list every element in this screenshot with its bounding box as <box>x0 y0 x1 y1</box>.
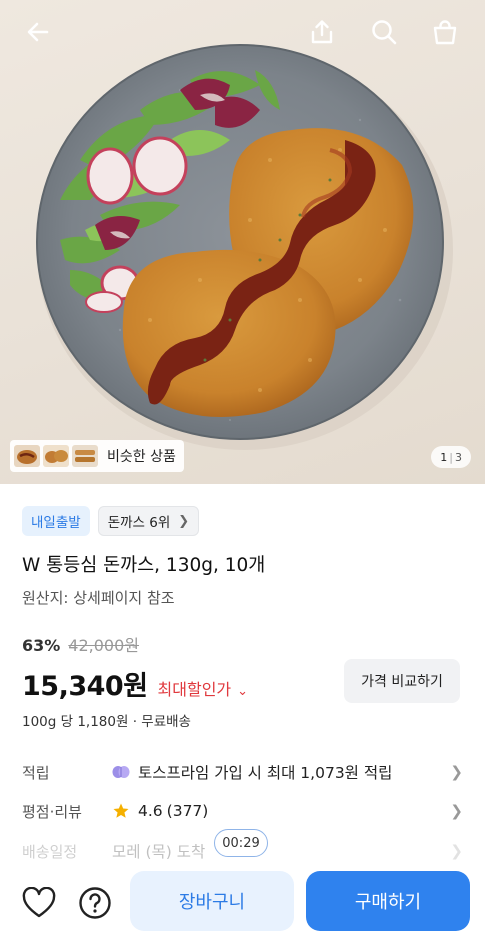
review-label: 평점·리뷰 <box>22 802 82 821</box>
back-arrow-icon[interactable] <box>20 14 56 50</box>
bottom-action-bar: 장바구니 구매하기 <box>0 860 485 952</box>
product-origin: 원산지: 상세페이지 참조 <box>22 589 175 607</box>
price-row: 15,340원 최대할인가 ⌄ <box>22 664 248 703</box>
review-value-wrap: 4.6 (377) <box>112 802 449 820</box>
product-badges: 내일출발 돈까스 6위 ❯ <box>22 506 200 536</box>
points-value: 토스프라임 가입 시 최대 1,073원 적립 <box>138 764 393 782</box>
product-photo <box>36 44 453 450</box>
brain-icon <box>112 766 130 778</box>
unit-price-shipping: 100g 당 1,180원 · 무료배송 <box>22 714 191 730</box>
similar-thumbnail <box>72 445 98 467</box>
chevron-right-icon: ❯ <box>178 513 190 529</box>
chevron-right-icon: ❯ <box>450 842 463 860</box>
add-to-cart-button[interactable]: 장바구니 <box>130 871 294 931</box>
points-row[interactable]: 적립 토스프라임 가입 시 최대 1,073원 적립 ❯ <box>22 759 463 785</box>
top-navigation-bar <box>0 0 485 64</box>
rating-value: 4.6 <box>138 802 163 820</box>
original-price: 42,000원 <box>68 636 140 655</box>
question-icon[interactable] <box>76 884 114 922</box>
review-count: (377) <box>166 802 209 820</box>
similar-thumbnail <box>43 445 69 467</box>
chevron-down-icon[interactable]: ⌄ <box>237 684 248 699</box>
similar-products-label: 비슷한 상품 <box>107 449 176 465</box>
total-pages: 3 <box>455 450 462 464</box>
discount-row: 63% 42,000원 <box>22 632 139 656</box>
shipping-label: 배송일정 <box>22 842 78 861</box>
similar-thumbnail <box>14 445 40 467</box>
product-title: W 통등심 돈까스, 130g, 10개 <box>22 555 266 576</box>
max-discount-link[interactable]: 최대할인가 <box>158 676 232 700</box>
chevron-right-icon: ❯ <box>450 763 463 781</box>
discount-rate: 63% <box>22 636 61 655</box>
similar-products-button[interactable]: 비슷한 상품 <box>10 440 184 472</box>
points-label: 적립 <box>22 763 50 782</box>
category-rank-badge[interactable]: 돈까스 6위 ❯ <box>97 506 200 536</box>
image-page-indicator: 1 | 3 <box>431 446 471 468</box>
chevron-right-icon: ❯ <box>450 802 463 820</box>
search-icon[interactable] <box>366 14 402 50</box>
share-icon[interactable] <box>304 14 340 50</box>
buy-now-button[interactable]: 구매하기 <box>306 871 470 931</box>
heart-icon[interactable] <box>20 884 58 922</box>
current-page: 1 <box>440 450 448 464</box>
delivery-badge: 내일출발 <box>22 506 90 536</box>
product-image-gallery[interactable]: 비슷한 상품 1 | 3 <box>0 0 485 484</box>
star-icon <box>113 803 129 818</box>
delivery-badge-label: 내일출발 <box>31 515 81 531</box>
sale-price: 15,340원 <box>22 671 148 702</box>
price-compare-button[interactable]: 가격 비교하기 <box>344 659 460 703</box>
shopping-bag-icon[interactable] <box>427 14 463 50</box>
rank-badge-label: 돈까스 6위 <box>107 515 171 531</box>
shipping-value: 모레 (목) 도착 <box>112 843 206 861</box>
timer-badge: 00:29 <box>214 829 268 857</box>
points-value-wrap: 토스프라임 가입 시 최대 1,073원 적립 <box>112 761 449 783</box>
review-row[interactable]: 평점·리뷰 4.6 (377) ❯ <box>22 798 463 824</box>
page-separator: | <box>449 450 453 464</box>
